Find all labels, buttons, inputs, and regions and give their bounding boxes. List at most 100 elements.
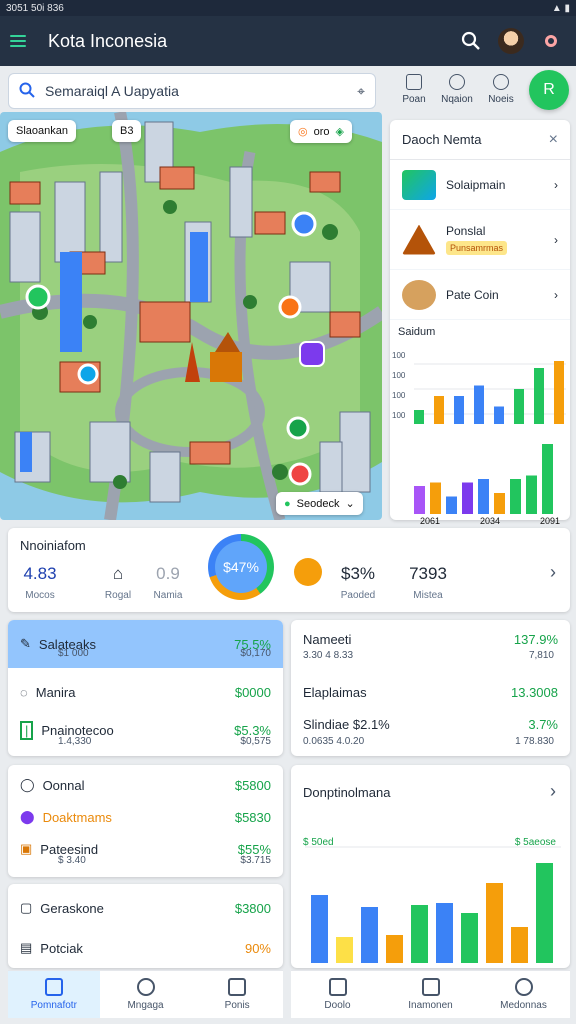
bar [386, 935, 403, 963]
status-bar: 3051 50i 836 ▲ ▮ [0, 0, 576, 16]
quick-action-nqaion[interactable]: Nqaion [437, 74, 477, 110]
bar [430, 482, 441, 514]
chevron-right-icon[interactable]: › [550, 562, 556, 583]
quick-action-poan[interactable]: Poan [394, 74, 434, 110]
bar [414, 410, 424, 424]
tick-label: 100 [392, 391, 406, 400]
card-chart[interactable]: Donptinolmana › $ 50ed $ 5aeose [291, 765, 570, 968]
fab-button[interactable]: R [529, 70, 569, 110]
tick-label: 100 [392, 351, 406, 360]
doc-icon [406, 74, 422, 90]
chevron-right-icon[interactable]: › [550, 781, 556, 802]
nav-item-6[interactable]: Medonnas [477, 971, 570, 1018]
nav-item-1[interactable]: Pomnafotr [8, 971, 100, 1018]
location-icon[interactable]: ⌖ [357, 83, 365, 100]
stats-label: Nnoiniafom [20, 538, 86, 553]
stat-value-5: 7393 [409, 564, 447, 583]
stat-value-4: $3% [340, 564, 376, 583]
side-panel-header: Daoch Nemta × [390, 120, 570, 160]
list-item[interactable]: ▢ Geraskone $3800 [8, 888, 283, 928]
map-search-chip[interactable]: ● Seodeck ⌄ [276, 492, 363, 515]
chevron-right-icon: › [554, 287, 558, 302]
bar [536, 863, 553, 963]
inbox-icon [421, 978, 440, 996]
x-tick-label: 2091 [540, 516, 560, 524]
nav-item-2[interactable]: Mngaga [100, 971, 192, 1018]
bottom-nav-right: Doolo Inamonen Medonnas [291, 970, 570, 1018]
pencil-icon: ✎ [20, 636, 31, 651]
map-chip-layers[interactable]: ◎ oro ◈ [290, 120, 352, 143]
status-time: 3051 50i 836 [6, 2, 64, 14]
bar [542, 444, 553, 514]
search-input[interactable]: Semaraiql A Uapyatia [45, 83, 357, 99]
bar [446, 496, 457, 514]
side-item-3[interactable]: Pate Coin › [390, 270, 570, 320]
map-chip-label-2[interactable]: B3 [112, 120, 142, 142]
side-item-2[interactable]: Ponslal Punsamrmas › [390, 210, 570, 270]
side-chart-title: Saidum [398, 326, 436, 338]
bar [411, 905, 428, 963]
bar [462, 482, 473, 514]
bar [311, 895, 328, 963]
stat-value-1: 4.83 [23, 564, 57, 583]
stats-bar: Nnoiniafom 4.83 Mocos ⌂ Rogal 0.9 Namia $47… [8, 528, 570, 612]
bar [554, 361, 564, 424]
bar [336, 937, 353, 963]
doc-icon: ▢ [20, 900, 33, 915]
home-icon [44, 978, 63, 996]
map-chip-label[interactable]: Slaoankan [8, 120, 76, 142]
menu-icon[interactable] [10, 29, 34, 53]
card-general[interactable]: ◯ Oonnal $5800 ⬤ Doaktmams $5830 ▣ Pateesind $… [8, 765, 283, 877]
bar [526, 475, 537, 514]
card-sales[interactable]: ✎ Salateaks 75.5% $1 000 $0,170 ◌ Manira $00… [8, 620, 283, 756]
coin-icon [402, 279, 436, 310]
chevron-right-icon: › [554, 177, 558, 192]
card-summary[interactable]: ▢ Geraskone $3800 ▤ Potciak 90% [8, 884, 283, 968]
bar [361, 907, 378, 963]
settings-icon[interactable] [536, 26, 566, 56]
bottom-nav-left: Pomnafotr Mngaga Ponis [8, 970, 283, 1018]
stat-value-3: 0.9 [156, 564, 180, 583]
nav-item-3[interactable]: Ponis [191, 971, 283, 1018]
list-item[interactable]: ◌ Manira $0000 [8, 672, 283, 712]
bar [478, 479, 489, 514]
home-icon: ⌂ [112, 564, 124, 583]
bar [474, 385, 484, 424]
map-illustration [0, 112, 382, 520]
x-tick-label: 2034 [480, 516, 500, 524]
chevron-right-icon: › [554, 232, 558, 247]
search-icon [493, 74, 509, 90]
clock-icon [136, 978, 155, 996]
folder-icon [228, 978, 247, 996]
bar [434, 396, 444, 424]
search-icon[interactable] [456, 26, 486, 56]
box-icon: ▣ [20, 841, 33, 856]
x-tick-label: 2061 [420, 516, 440, 524]
plane-icon [402, 169, 436, 200]
bar [510, 479, 521, 514]
side-item-1[interactable]: Solaipmain › [390, 160, 570, 210]
bar [494, 406, 504, 424]
pin-icon: ● [284, 497, 291, 510]
card-metrics[interactable]: Nameeti 137.9% 3.30 4 8.33 7,810 Elaplaim… [291, 620, 570, 756]
bar [534, 368, 544, 424]
layers-icon: ◈ [335, 126, 344, 138]
profile-icon [514, 978, 533, 996]
search-bar[interactable]: Semaraiql A Uapyatia ⌖ [8, 73, 376, 109]
list-item[interactable]: ✎ Salateaks 75.5% [8, 620, 283, 668]
list-item[interactable]: ▤ Potciak 90% [8, 928, 283, 968]
card-chart-title: Donptinolmana [303, 785, 391, 800]
city-map[interactable]: Slaoankan B3 ◎ oro ◈ ● Seodeck ⌄ [0, 112, 382, 520]
user-avatar[interactable] [496, 26, 526, 56]
chat-icon: ◌ [20, 684, 28, 700]
nav-item-5[interactable]: Inamonen [384, 971, 477, 1018]
temple-icon [402, 224, 436, 255]
close-icon[interactable]: × [549, 131, 558, 149]
bar [454, 396, 464, 424]
bar [494, 493, 505, 514]
quick-action-noeis[interactable]: Noeis [481, 74, 521, 110]
nav-item-4[interactable]: Doolo [291, 971, 384, 1018]
bar [461, 913, 478, 963]
side-panel-title: Daoch Nemta [402, 132, 482, 147]
side-panel: Daoch Nemta × Solaipmain › Ponslal Punsamr… [390, 120, 570, 526]
